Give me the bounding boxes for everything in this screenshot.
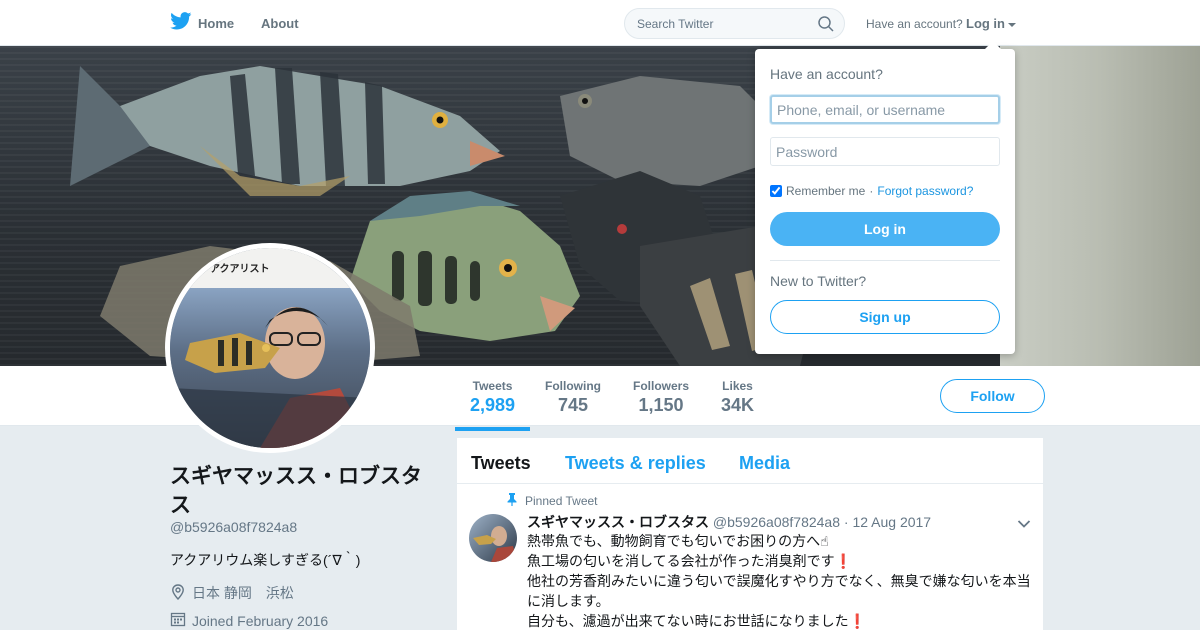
profile-name: スギヤマッスス・ロブスタス (170, 465, 422, 517)
stat-label: Tweets (472, 379, 513, 393)
stat-likes[interactable]: Likes 34K (721, 379, 754, 416)
tweet-date[interactable]: 12 Aug 2017 (852, 514, 931, 530)
joined-text: Joined February 2016 (192, 612, 329, 629)
stat-label: Likes (722, 379, 753, 393)
exclamation-icon: ❗ (834, 553, 853, 569)
location-pin-icon (170, 583, 186, 603)
tweet-header: スギヤマッスス・ロブスタス @b5926a08f7824a8 · 12 Aug … (527, 512, 931, 532)
stat-value: 34K (721, 395, 755, 415)
remember-me-checkbox[interactable] (770, 185, 782, 197)
remember-row: Remember me · Forgot password? (770, 184, 973, 198)
tab-tweets-and-replies[interactable]: Tweets & replies (565, 453, 706, 474)
divider (770, 260, 1000, 261)
profile-location: 日本 静岡 浜松 (170, 583, 294, 603)
exclamation-icon: ❗ (848, 613, 867, 629)
forgot-password-link[interactable]: Forgot password? (877, 184, 973, 198)
search-icon[interactable] (818, 16, 834, 37)
profile-handle[interactable]: @b5926a08f7824a8 (170, 519, 297, 535)
new-to-twitter-label: New to Twitter? (770, 273, 867, 289)
stat-followers[interactable]: Followers 1,150 (633, 379, 689, 416)
top-nav: Home About Have an account? Log in (0, 0, 1200, 46)
stat-value: 745 (557, 395, 589, 415)
profile-joined: Joined February 2016 (170, 611, 328, 630)
tweet-line-with-alert: 自分も、濾過が出来てない時にお世話になりました❗ (527, 611, 1033, 630)
follow-button[interactable]: Follow (940, 379, 1045, 413)
tweet-text: 熱帯魚でも、動物飼育でも匂いでお困りの方へ☝ 魚工場の匂いを消してる会社が作った… (527, 531, 1033, 630)
timeline-tabs: Tweets Tweets & replies Media (457, 438, 1043, 484)
tab-media[interactable]: Media (739, 453, 790, 474)
login-link-label: Log in (966, 16, 1005, 31)
pinned-tweet-context: Pinned Tweet (507, 493, 598, 509)
stat-following[interactable]: Following 745 (545, 379, 601, 416)
username-field[interactable] (770, 95, 1000, 124)
avatar-photo (170, 307, 370, 448)
location-text: 日本 静岡 浜松 (192, 585, 294, 601)
caret-down-icon (1008, 22, 1016, 27)
nav-home-label: Home (198, 16, 235, 31)
avatar[interactable]: アクアリスト (165, 243, 375, 453)
tweet-line-with-alert: 魚工場の匂いを消してる会社が作った消臭剤です❗ (527, 551, 1033, 571)
stat-value: 2,989 (470, 395, 516, 415)
tweet-line: 魚工場の匂いを消してる会社が作った消臭剤です (527, 553, 835, 569)
tweet-line: 他社の芳香剤みたいに違う匂いで誤魔化すやり方でなく、無臭で嫌な匂いを本当に消しま… (527, 573, 1031, 609)
tweet-author-name[interactable]: スギヤマッスス・ロブスタス (527, 514, 709, 530)
timeline: Tweets Tweets & replies Media Pinned Twe… (456, 437, 1044, 630)
stat-label: Following (545, 379, 601, 393)
signup-button[interactable]: Sign up (770, 300, 1000, 334)
profile-bio: アクアリウム楽しすぎる(´∇｀) (170, 552, 361, 568)
pin-icon (507, 493, 517, 509)
have-account-label: Have an account? (866, 17, 963, 31)
login-dropdown: Have an account? Remember me · Forgot pa… (755, 41, 1015, 354)
pinned-label: Pinned Tweet (525, 494, 598, 508)
search-box (624, 8, 845, 39)
tweet-separator: · (843, 514, 849, 530)
dropdown-title: Have an account? (770, 66, 883, 82)
tweet-line: 自分も、濾過が出来てない時にお世話になりました (527, 613, 849, 629)
tweet-line: 熱帯魚でも、動物飼育でも匂いでお困りの方へ☝ (527, 533, 829, 549)
separator-dot: · (869, 184, 874, 198)
tab-tweets[interactable]: Tweets (471, 453, 531, 474)
nav-about-link[interactable]: About (261, 16, 299, 31)
tweet-avatar[interactable] (469, 514, 517, 562)
search-input[interactable] (637, 17, 807, 31)
stat-tweets[interactable]: Tweets 2,989 (454, 379, 531, 431)
calendar-icon (170, 611, 186, 630)
remember-me-label: Remember me (786, 184, 866, 198)
nav-home-link[interactable]: Home (170, 12, 234, 35)
twitter-bird-icon (170, 12, 192, 35)
stat-value: 1,150 (638, 395, 684, 415)
login-dropdown-toggle[interactable]: Log in (966, 16, 1016, 31)
password-field[interactable] (770, 137, 1000, 166)
stat-label: Followers (633, 379, 690, 393)
login-button[interactable]: Log in (770, 212, 1000, 246)
tweet-author-handle[interactable]: @b5926a08f7824a8 (713, 514, 840, 530)
